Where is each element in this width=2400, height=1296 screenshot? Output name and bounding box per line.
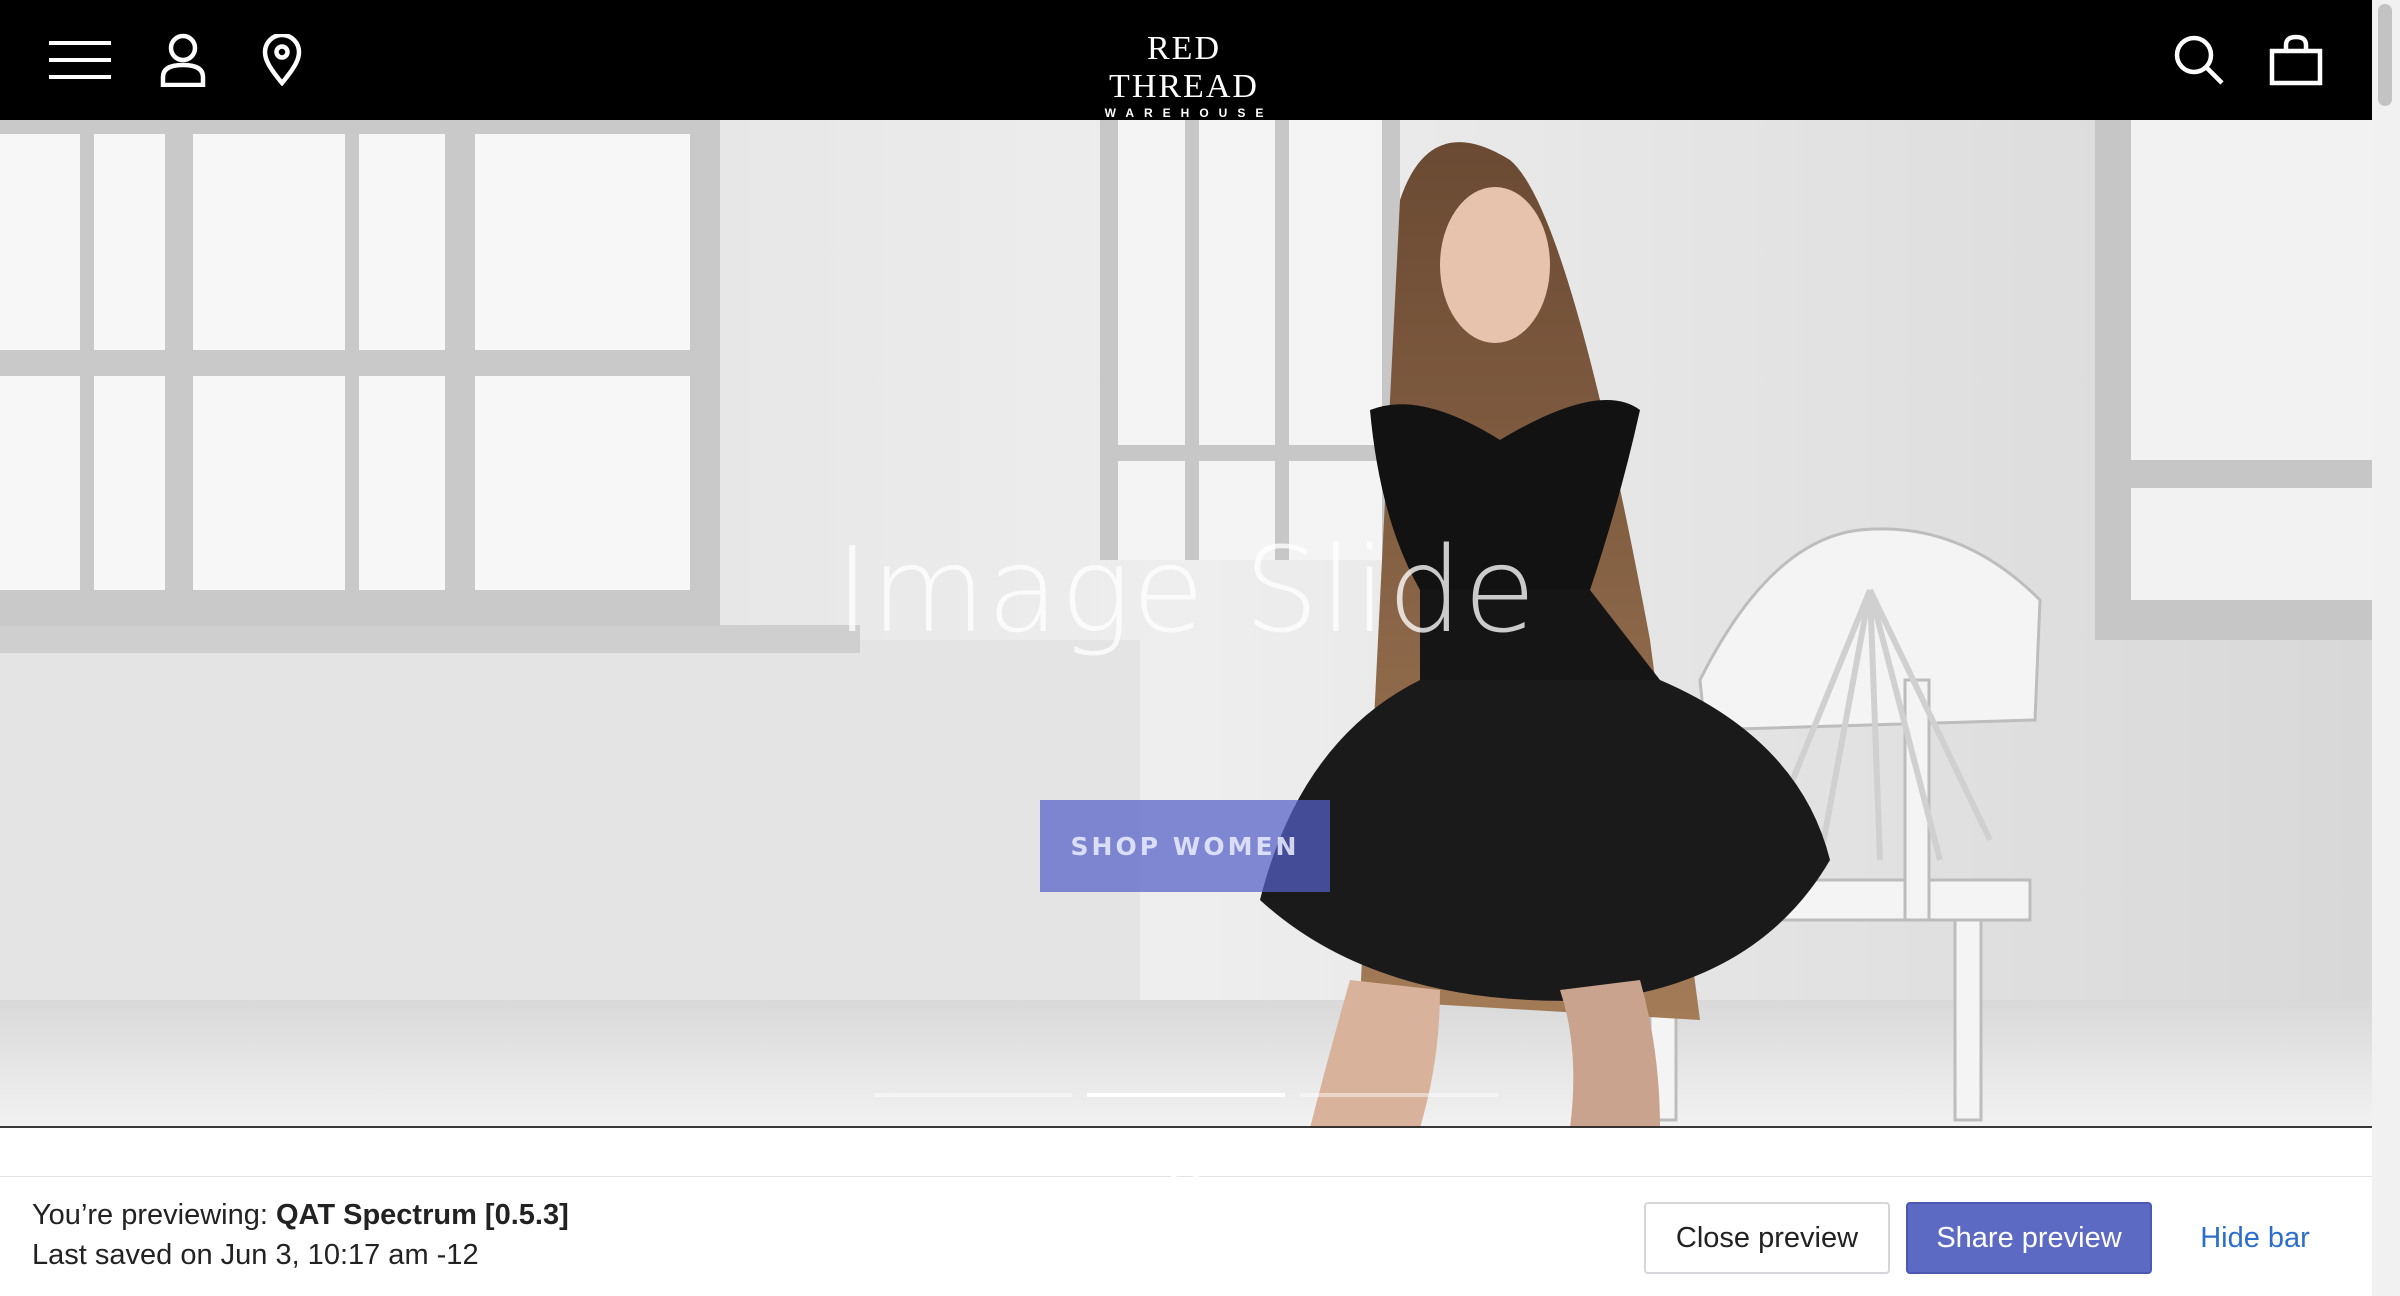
shopping-bag-icon[interactable] <box>2263 27 2329 93</box>
scroll-down-strip <box>0 1126 2372 1128</box>
storefront-page: RED THREAD WAREHOUSE Image Slide SHOP WO… <box>0 0 2400 1296</box>
menu-icon[interactable] <box>47 27 113 93</box>
theme-preview-bar: You’re previewing: QAT Spectrum [0.5.3] … <box>0 1176 2372 1296</box>
slide-indicator-2[interactable] <box>1087 1093 1285 1097</box>
brand-logo[interactable]: RED THREAD WAREHOUSE <box>1074 30 1294 120</box>
chevron-down-icon[interactable] <box>1150 1152 1220 1192</box>
search-icon[interactable] <box>2166 27 2232 93</box>
preview-status: You’re previewing: QAT Spectrum [0.5.3] <box>32 1199 569 1232</box>
site-header: RED THREAD WAREHOUSE <box>0 0 2372 120</box>
account-icon[interactable] <box>150 27 216 93</box>
hero-slideshow: Image Slide SHOP WOMEN <box>0 120 2372 1128</box>
brand-logo-title: RED THREAD <box>1109 30 1259 105</box>
scrollbar-thumb[interactable] <box>2378 4 2392 106</box>
share-preview-button[interactable]: Share preview <box>1906 1202 2152 1274</box>
brand-logo-subtitle: WAREHOUSE <box>1104 106 1274 120</box>
close-preview-button[interactable]: Close preview <box>1644 1202 1890 1274</box>
preview-prefix: You’re previewing: <box>32 1199 268 1231</box>
slide-indicator-3[interactable] <box>1300 1093 1498 1097</box>
theme-name: QAT Spectrum [0.5.3] <box>275 1199 569 1231</box>
last-saved-text: Last saved on Jun 3, 10:17 am -12 <box>32 1239 479 1271</box>
slide-indicator-1[interactable] <box>874 1093 1072 1097</box>
hide-bar-link[interactable]: Hide bar <box>2180 1202 2330 1274</box>
shop-women-button[interactable]: SHOP WOMEN <box>1040 800 1330 892</box>
page-scrollbar[interactable] <box>2372 0 2400 1296</box>
location-pin-icon[interactable] <box>249 27 315 93</box>
hero-slide-title: Image Slide <box>835 521 1537 659</box>
